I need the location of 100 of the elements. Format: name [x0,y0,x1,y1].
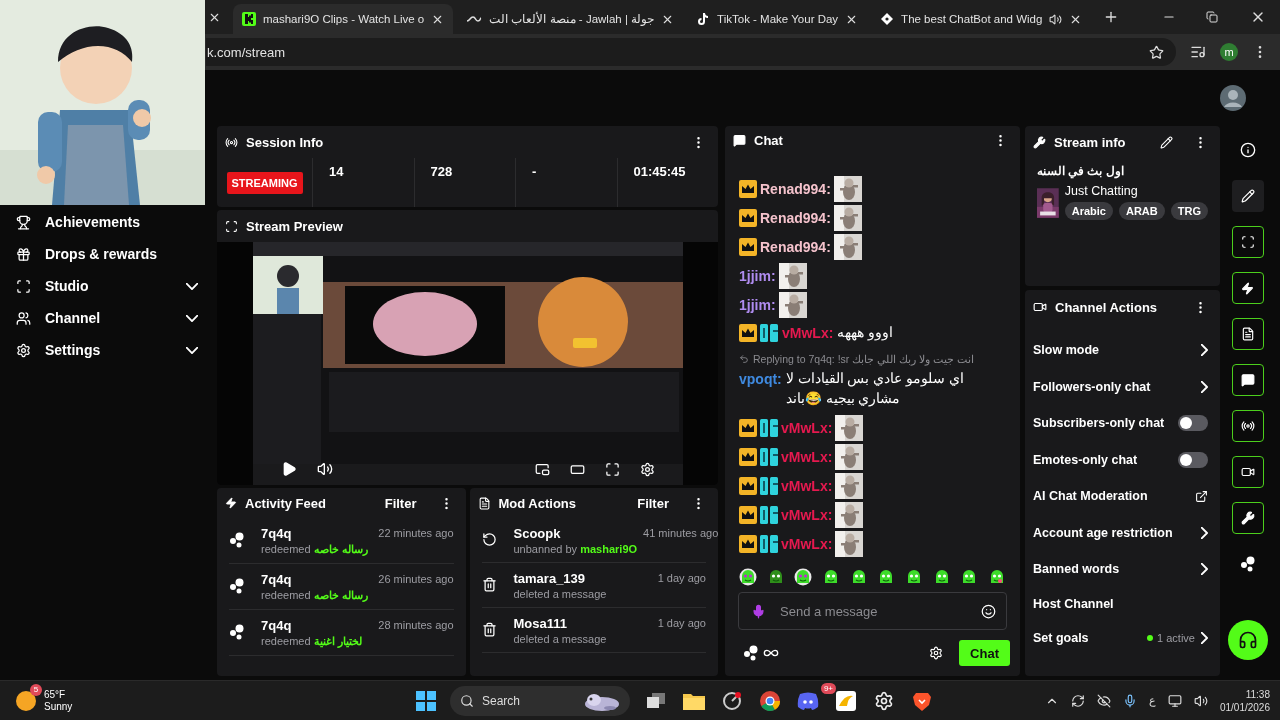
edit-icon[interactable] [1160,135,1173,149]
sidebar-item[interactable]: Studio [0,270,210,302]
restore-icon[interactable] [1206,11,1218,23]
scan-icon[interactable] [1240,235,1255,249]
settings-icon[interactable] [929,646,944,660]
discord-icon[interactable] [797,691,819,710]
message-field[interactable]: Send a message [778,602,969,620]
chevron-right-icon [1201,380,1208,393]
emoji-icon[interactable] [981,603,996,619]
taskbar-search[interactable]: Search [450,685,630,716]
start-icon[interactable] [416,690,436,711]
info-icon[interactable] [1239,142,1256,158]
app-icon[interactable] [834,688,858,713]
wrench-icon[interactable] [1240,511,1255,525]
browser-tab[interactable]: mashari9O Clips - Watch Live o [233,4,454,34]
og-badge-icon [760,324,778,342]
channel-action[interactable]: Emotes-only chat [1025,441,1220,478]
camera-icon [1033,300,1047,314]
sidebar-item[interactable]: Drops & rewards [0,238,210,270]
chat-username: vMwLx: [781,477,833,494]
reply-text: Replying to 7q4q: !sr انت جيت ولا ربك اللي جابك [753,353,974,365]
sidebar-item[interactable]: Channel [0,302,210,334]
chat-username: 1jjim: [739,296,776,313]
channel-action[interactable]: Subscribers-only chat [1025,405,1220,442]
clock[interactable]: 11:38 01/01/2026 [1219,687,1270,714]
diamond-logo-icon [880,12,895,26]
chat-message: اووو هههه [837,324,895,343]
tag[interactable]: ARAB [1119,202,1165,220]
card-title: Stream info [1054,134,1127,150]
card-title: Channel Actions [1055,299,1159,315]
address-bar[interactable]: k.com/stream [206,38,1176,66]
input-method[interactable]: ع [1148,694,1156,707]
chat-username: vpoqt: [739,370,782,389]
dots-logo-icon [1239,556,1256,572]
chat-message: اي سلومو عادي بس القيادات لا مشاري بيجيه 😂باند [785,370,965,409]
broadcast-icon [225,135,238,149]
edit-icon[interactable] [1240,189,1255,203]
crown-badge-icon [739,418,757,437]
profile-button[interactable]: m [1220,43,1238,61]
avatar-icon[interactable] [1220,85,1246,111]
reply-icon [739,354,749,364]
chevron-right-icon [1201,526,1208,539]
microphone-icon[interactable] [1122,693,1137,708]
browser-icon[interactable] [758,688,782,713]
filter-button[interactable]: Filter [384,495,417,511]
trash-icon [481,622,497,637]
toggle-switch[interactable] [1178,451,1208,468]
star-icon[interactable] [1149,44,1164,60]
channel-action[interactable]: Account age restriction [1025,514,1220,551]
stat-value: 14 [329,164,344,179]
broadcast-icon[interactable] [1240,419,1255,433]
chat-username: vMwLx: [781,419,833,436]
channel-action[interactable]: Banned words [1025,551,1220,588]
document-icon[interactable] [1240,327,1255,341]
message-input[interactable]: Send a message [738,592,1007,630]
eye-off-icon[interactable] [1096,693,1111,708]
channel-action[interactable]: Followers-only chat [1025,368,1220,405]
tag[interactable]: TRG [1170,202,1208,220]
crown-badge-icon [739,534,757,553]
feed-username: 7q4q [261,618,293,633]
fullscreen-icon[interactable] [604,461,620,477]
monitor-icon[interactable] [1167,693,1182,708]
microphone-icon[interactable] [751,603,766,619]
chat-bubble-icon[interactable] [1240,373,1255,387]
og-badge-icon [760,447,778,466]
sidebar-item[interactable]: Achievements [0,206,210,238]
tag[interactable]: Arabic [1064,202,1113,220]
browser-tab[interactable]: The best ChatBot and Widg [871,4,1092,34]
chevron-down-icon [186,282,198,290]
browser-tab[interactable]: TikTok - Make Your Day [687,4,868,34]
card-title: Activity Feed [245,495,327,511]
channel-action[interactable]: AI Chat Moderation [1025,478,1220,515]
toggle-switch[interactable] [1178,415,1208,432]
chevron-down-icon [186,346,198,354]
channel-action[interactable]: Slow mode [1025,332,1220,369]
filter-button[interactable]: Filter [637,495,669,511]
external-link-icon [1195,489,1208,503]
volume-icon[interactable] [316,461,333,477]
channel-action[interactable]: Host Channel [1025,587,1220,620]
card-title: Mod Actions [498,495,577,511]
trophy-icon [16,214,31,230]
chat-send-button[interactable]: Chat [959,640,1010,666]
temperature: 65°F [44,688,67,701]
sync-icon[interactable] [1070,693,1085,708]
chevron-right-icon [1201,631,1208,644]
search-icon [460,693,474,708]
chevron-right-icon [1201,344,1208,357]
channel-action[interactable]: Set goals 1 active [1025,619,1220,656]
card-title: Session Info [246,134,325,150]
chat-username: vMwLx: [781,448,833,465]
pip-icon[interactable] [534,461,550,477]
volume-icon[interactable] [1193,693,1208,708]
browser-tab[interactable]: جولة | Jawlah - منصة الألعاب الت [457,4,684,34]
sidebar-item[interactable]: Settings [0,334,210,366]
camera-icon[interactable] [1240,465,1255,479]
media-icon[interactable] [1190,44,1206,60]
scan-icon [225,219,238,233]
chat-username: vMwLx: [782,324,834,343]
settings-icon[interactable] [639,461,655,477]
bolt-icon[interactable] [1241,281,1254,295]
